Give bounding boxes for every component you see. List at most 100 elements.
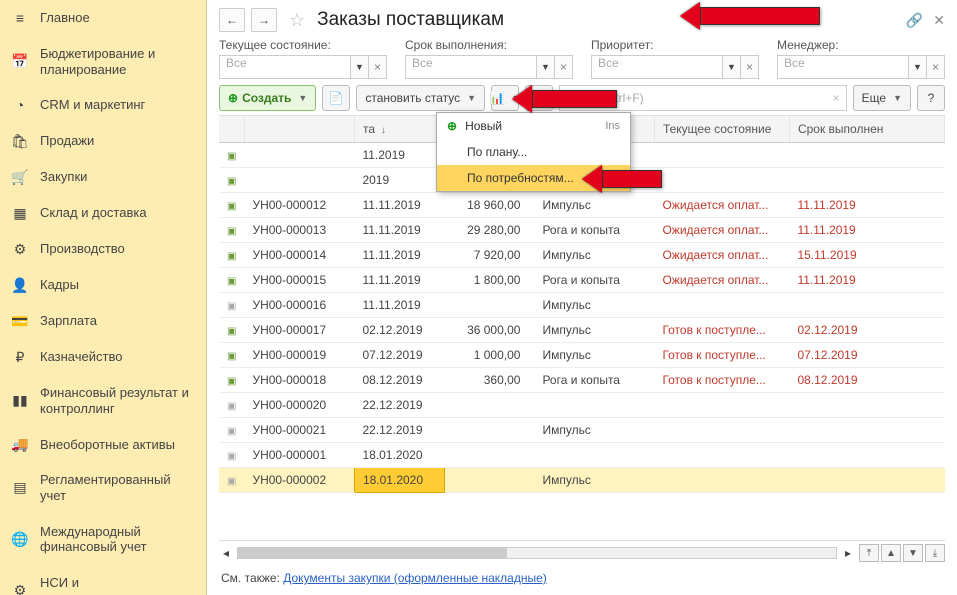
dd-by-plan[interactable]: По плану... <box>437 139 630 165</box>
col-icon[interactable] <box>219 116 244 143</box>
cell-date: 02.12.2019 <box>354 318 444 343</box>
filter-manager-select[interactable]: Все <box>777 55 909 79</box>
cell-icon: ▣ <box>219 193 244 218</box>
sidebar-item-label: Зарплата <box>40 313 194 329</box>
filter-manager: Менеджер: Все ▼ × <box>777 38 945 79</box>
sidebar-item-main[interactable]: ≡Главное <box>0 0 206 36</box>
cell-sum: 1 000,00 <box>444 343 534 368</box>
sidebar-item-payroll[interactable]: 💳 Зарплата <box>0 303 206 339</box>
filter-priority-select[interactable]: Все <box>591 55 723 79</box>
cell-date: 11.11.2019 <box>354 243 444 268</box>
nav-top-button[interactable]: ⤒ <box>859 544 879 562</box>
table-row[interactable]: ▣УН00-00001702.12.201936 000,00ИмпульсГо… <box>219 318 945 343</box>
table-row[interactable]: ▣УН00-00001511.11.20191 800,00Рога и коп… <box>219 268 945 293</box>
scroll-left-icon[interactable]: ◂ <box>219 546 233 560</box>
col-due[interactable]: Срок выполнен <box>789 116 944 143</box>
sidebar-item-crm[interactable]: ◔CRM и маркетинг <box>0 87 206 123</box>
search-field[interactable]: Поиск (Ctrl+F) × <box>559 85 847 111</box>
table-row[interactable]: ▣УН00-00001411.11.20197 920,00ИмпульсОжи… <box>219 243 945 268</box>
set-status-button[interactable]: становить статус ▼ <box>356 85 485 111</box>
card-icon: 💳 <box>12 313 28 329</box>
table-row[interactable]: ▣УН00-00001907.12.20191 000,00ИмпульсГот… <box>219 343 945 368</box>
col-state[interactable]: Текущее состояние <box>654 116 789 143</box>
footer-link[interactable]: Документы закупки (оформленные накладные… <box>283 571 547 585</box>
create-button[interactable]: ⊕ Создать ▼ <box>219 85 316 111</box>
scroll-right-icon[interactable]: ▸ <box>841 546 855 560</box>
col-number[interactable] <box>244 116 354 143</box>
sidebar-item-intlaccount[interactable]: 🌐Международный финансовый учет <box>0 514 206 565</box>
table-row[interactable]: ▣УН00-00000118.01.2020 <box>219 443 945 468</box>
table-row[interactable]: ▣УН00-00002022.12.2019 <box>219 393 945 418</box>
dd-by-needs[interactable]: По потребностям... <box>437 165 630 191</box>
cell-sum: 18 960,00 <box>444 193 534 218</box>
cell-supplier <box>534 443 654 468</box>
cell-date: 22.12.2019 <box>354 418 444 443</box>
close-icon[interactable]: ✕ <box>933 12 945 29</box>
sidebar-item-admin[interactable]: ⚙НСИ и администрирование <box>0 565 206 595</box>
sidebar-item-finresult[interactable]: ▮▮Финансовый результат и контроллинг <box>0 375 206 426</box>
sidebar-item-warehouse[interactable]: ▦Склад и доставка <box>0 195 206 231</box>
filter-state-select[interactable]: Все <box>219 55 351 79</box>
cell-doc: УН00-000013 <box>244 218 354 243</box>
sidebar-item-treasury[interactable]: ₽Казначейство <box>0 339 206 375</box>
sort-icon: ↓ <box>381 125 386 136</box>
clear-icon[interactable]: × <box>555 55 573 79</box>
chevron-down-icon: ▼ <box>298 93 307 103</box>
sidebar-item-regaccount[interactable]: ▤Регламентированный учет <box>0 462 206 513</box>
clear-icon[interactable]: × <box>741 55 759 79</box>
chevron-down-icon[interactable]: ▼ <box>723 55 741 79</box>
plus-icon: ⊕ <box>228 91 238 105</box>
cell-supplier: Рога и копыта <box>534 218 654 243</box>
cell-doc: УН00-000012 <box>244 193 354 218</box>
cell-icon: ▣ <box>219 418 244 443</box>
clear-icon[interactable]: × <box>833 91 840 105</box>
more-button[interactable]: Еще ▼ <box>853 85 911 111</box>
sidebar-item-production[interactable]: ⚙Производство <box>0 231 206 267</box>
nav-bottom-button[interactable]: ⤓ <box>925 544 945 562</box>
star-icon[interactable]: ☆ <box>289 10 305 31</box>
sidebar-item-assets[interactable]: 🚚Внеоборотные активы <box>0 426 206 462</box>
toolbar: ⊕ Создать ▼ 📄 становить статус ▼ 📊▼ 🖨 По… <box>219 85 945 111</box>
footer: См. также: Документы закупки (оформленны… <box>219 565 945 595</box>
create-dropdown: ⊕ Новый Ins По плану... По потребностям.… <box>436 112 631 192</box>
back-button[interactable]: ← <box>219 8 245 32</box>
table-row[interactable]: ▣УН00-00001611.11.2019Импульс <box>219 293 945 318</box>
scroll-thumb[interactable] <box>238 548 507 558</box>
chevron-down-icon[interactable]: ▼ <box>351 55 369 79</box>
chevron-down-icon[interactable]: ▼ <box>909 55 927 79</box>
filter-due-select[interactable]: Все <box>405 55 537 79</box>
print-button[interactable]: 🖨 <box>525 85 553 111</box>
nav-up-button[interactable]: ▲ <box>881 544 901 562</box>
cart-icon: 🛒 <box>12 169 28 185</box>
copy-button[interactable]: 📄 <box>322 85 350 111</box>
sidebar-item-label: Закупки <box>40 169 194 185</box>
link-icon[interactable]: 🔗 <box>906 12 923 29</box>
cell-doc: УН00-000021 <box>244 418 354 443</box>
sidebar-item-sales[interactable]: 🛍Продажи <box>0 123 206 159</box>
clear-icon[interactable]: × <box>369 55 387 79</box>
sidebar-item-purchases[interactable]: 🛒 Закупки <box>0 159 206 195</box>
sidebar-item-hr[interactable]: 👤Кадры <box>0 267 206 303</box>
table-row[interactable]: ▣УН00-00001211.11.201918 960,00ИмпульсОж… <box>219 193 945 218</box>
table-row[interactable]: ▣УН00-00001311.11.201929 280,00Рога и ко… <box>219 218 945 243</box>
table-row[interactable]: ▣УН00-00001808.12.2019360,00Рога и копыт… <box>219 368 945 393</box>
horizontal-scrollbar[interactable] <box>237 547 837 559</box>
report-button[interactable]: 📊▼ <box>491 85 519 111</box>
cell-due <box>789 418 944 443</box>
more-label: Еще <box>862 91 886 105</box>
sidebar-item-budget[interactable]: 📅Бюджетирование и планирование <box>0 36 206 87</box>
sidebar-item-label: Производство <box>40 241 194 257</box>
table-row[interactable]: ▣УН00-00000218.01.2020Импульс <box>219 468 945 493</box>
col-date[interactable]: та↓ <box>354 116 444 143</box>
chevron-down-icon[interactable]: ▼ <box>537 55 555 79</box>
cell-icon: ▣ <box>219 168 244 193</box>
sidebar-item-label: Бюджетирование и планирование <box>40 46 194 77</box>
cell-due: 11.11.2019 <box>789 193 944 218</box>
table-row[interactable]: ▣УН00-00002122.12.2019Импульс <box>219 418 945 443</box>
forward-button[interactable]: → <box>251 8 277 32</box>
dd-new[interactable]: ⊕ Новый Ins <box>437 113 630 139</box>
document-icon: ▣ <box>227 201 236 212</box>
clear-icon[interactable]: × <box>927 55 945 79</box>
help-button[interactable]: ? <box>917 85 945 111</box>
nav-down-button[interactable]: ▼ <box>903 544 923 562</box>
